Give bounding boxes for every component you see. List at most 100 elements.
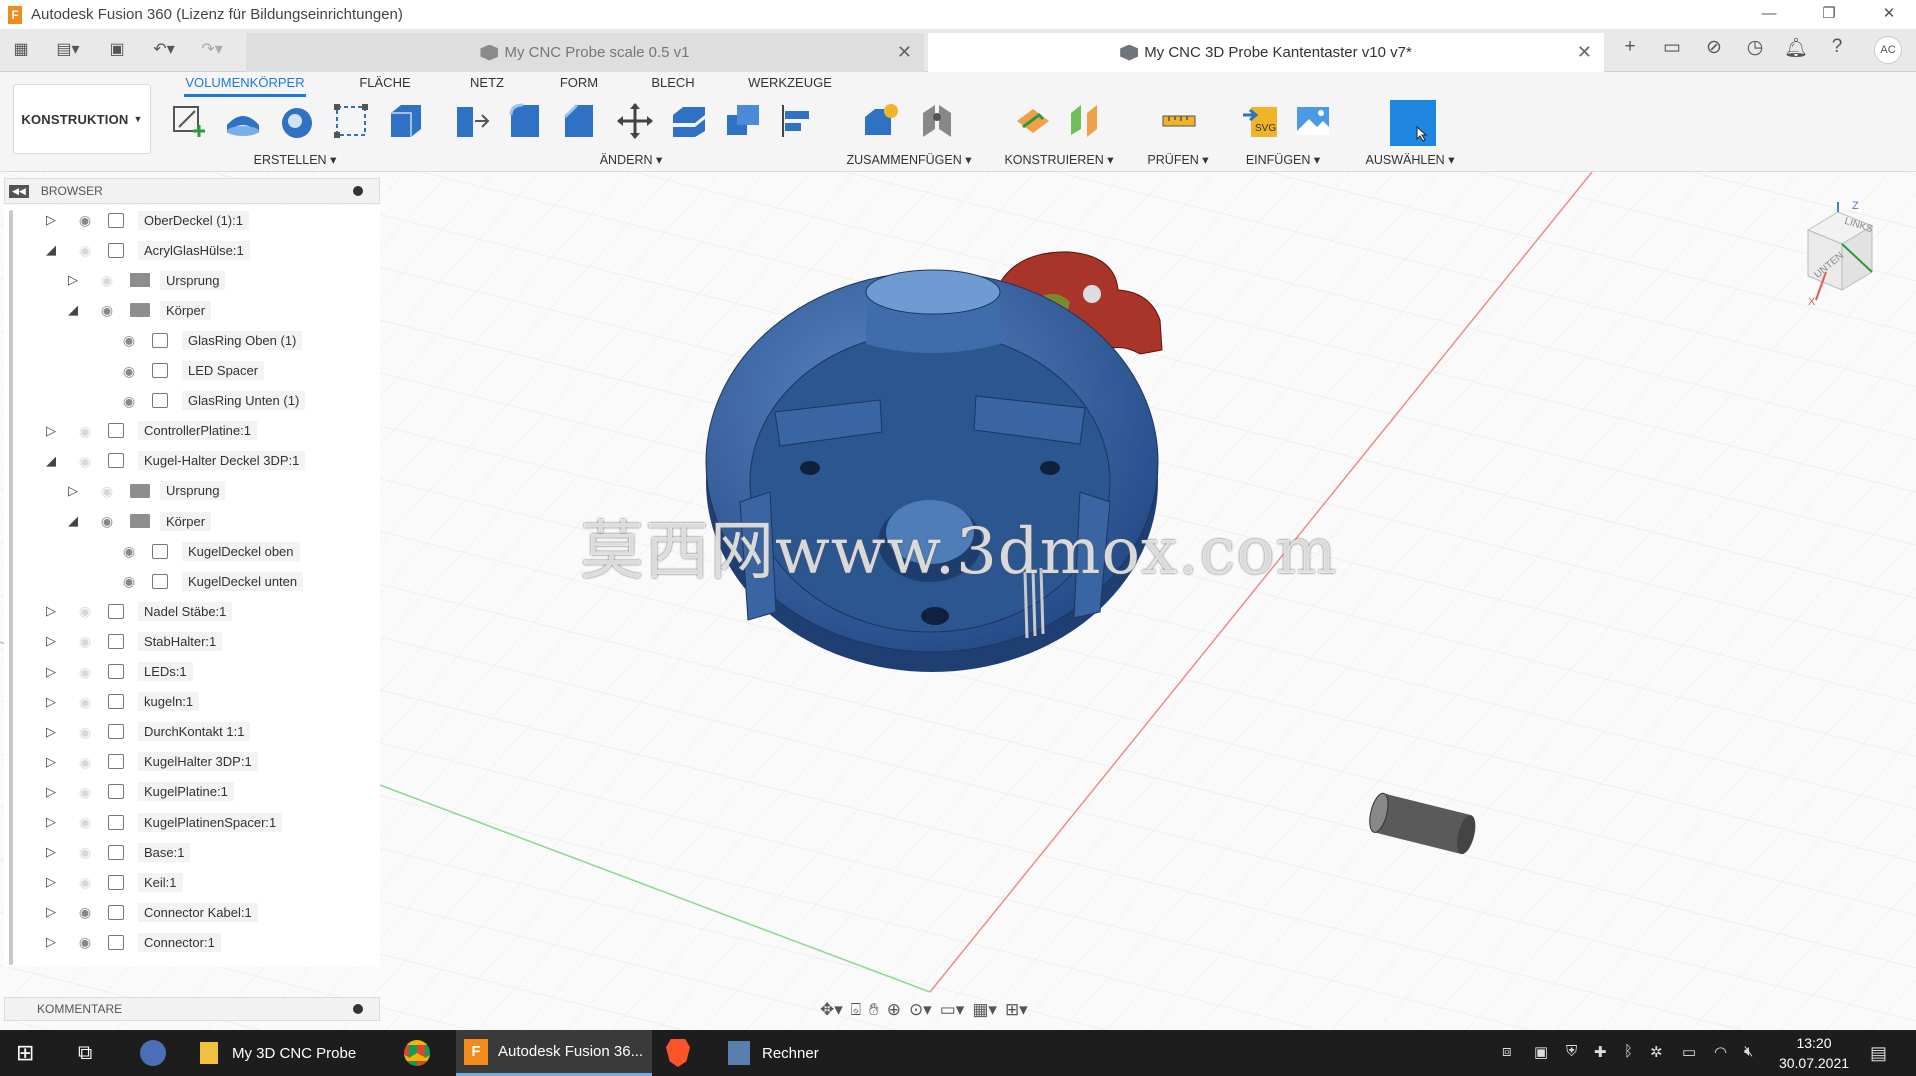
- app-grid-icon[interactable]: ▦: [10, 39, 32, 61]
- visibility-eye-icon[interactable]: ◉: [119, 364, 139, 378]
- visibility-eye-icon[interactable]: ◉: [75, 875, 95, 889]
- app-teams-icon[interactable]: [140, 1030, 166, 1076]
- collapse-panel-icon[interactable]: ◀◀: [9, 184, 29, 198]
- visibility-eye-icon[interactable]: ◉: [119, 574, 139, 588]
- expand-triangle-icon[interactable]: ▷: [44, 634, 58, 648]
- browser-scrollbar[interactable]: [9, 210, 13, 965]
- tab-flaeche[interactable]: FLÄCHE: [350, 73, 420, 97]
- orbit-icon[interactable]: ✥▾: [820, 1000, 843, 1020]
- visibility-eye-icon[interactable]: ◉: [75, 454, 95, 468]
- group-konstruieren[interactable]: KONSTRUIEREN ▾: [1004, 152, 1114, 167]
- browser-item[interactable]: ◢ ◉ Kugel-Halter Deckel 3DP:1: [4, 446, 380, 476]
- measure-icon[interactable]: [1158, 100, 1200, 142]
- browser-item[interactable]: ◉ KugelDeckel oben: [4, 536, 380, 566]
- help-icon[interactable]: ?: [1823, 36, 1851, 62]
- save-icon[interactable]: ▣: [106, 39, 128, 61]
- tab-volumenkoerper[interactable]: VOLUMENKÖRPER: [184, 73, 306, 97]
- redo-icon[interactable]: ↷▾: [194, 39, 230, 61]
- browser-item[interactable]: ▷ ◉ Ursprung: [4, 476, 380, 506]
- fillet-icon[interactable]: [504, 100, 546, 142]
- visibility-eye-icon[interactable]: ◉: [75, 905, 95, 919]
- undo-icon[interactable]: ↶▾: [146, 39, 182, 61]
- visibility-eye-icon[interactable]: ◉: [75, 213, 95, 227]
- expand-triangle-icon[interactable]: ▷: [44, 875, 58, 889]
- restore-icon[interactable]: ❐: [1806, 0, 1852, 29]
- browser-item[interactable]: ▷ ◉ KugelPlatinenSpacer:1: [4, 807, 380, 837]
- browser-item[interactable]: ▷ ◉ KugelPlatine:1: [4, 777, 380, 807]
- close-tab-icon[interactable]: ✕: [1577, 42, 1592, 63]
- collapse-triangle-icon[interactable]: ◢: [66, 514, 80, 528]
- expand-triangle-icon[interactable]: ▷: [44, 604, 58, 618]
- collapse-triangle-icon[interactable]: ◢: [66, 303, 80, 317]
- press-pull-icon[interactable]: [450, 100, 492, 142]
- pattern-icon[interactable]: [330, 100, 372, 142]
- tab-blech[interactable]: BLECH: [646, 73, 700, 97]
- comments-panel-header[interactable]: KOMMENTARE: [4, 997, 380, 1021]
- visibility-eye-icon[interactable]: ◉: [119, 333, 139, 347]
- viewports-icon[interactable]: ⊞▾: [1005, 1000, 1028, 1020]
- chamfer-icon[interactable]: [558, 100, 600, 142]
- browser-item[interactable]: ▷ ◉ Ursprung: [4, 265, 380, 295]
- pan-icon[interactable]: ✋︎: [869, 1000, 879, 1020]
- expand-triangle-icon[interactable]: ▷: [44, 694, 58, 709]
- browser-item[interactable]: ▷ ◉ kugeln:1: [4, 687, 380, 717]
- expand-triangle-icon[interactable]: ▷: [44, 905, 58, 919]
- browser-item[interactable]: ▷ ◉ StabHalter:1: [4, 626, 380, 656]
- wifi-icon[interactable]: ◠: [1714, 1043, 1727, 1061]
- browser-item[interactable]: ◉ KugelDeckel unten: [4, 566, 380, 596]
- browser-item[interactable]: ◉ GlasRing Unten (1): [4, 386, 380, 416]
- browser-item[interactable]: ▷ ◉ Keil:1: [4, 867, 380, 897]
- visibility-eye-icon[interactable]: ◉: [75, 785, 95, 799]
- tab-my-cnc-3d-probe[interactable]: My CNC 3D Probe Kantentaster v10 v7* ✕: [928, 33, 1604, 72]
- tray-app-icon[interactable]: ⧈: [1502, 1043, 1512, 1060]
- canvas-image-icon[interactable]: [1292, 100, 1334, 142]
- create-sketch-icon[interactable]: [168, 100, 210, 142]
- tab-my-cnc-probe-scale[interactable]: My CNC Probe scale 0.5 v1 ✕: [246, 33, 924, 72]
- tab-werkzeuge[interactable]: WERKZEUGE: [742, 73, 838, 97]
- notifications-icon[interactable]: 🔔︎: [1782, 36, 1810, 62]
- expand-triangle-icon[interactable]: ▷: [44, 724, 58, 739]
- browser-item[interactable]: ▷ ◉ Connector Kabel:1: [4, 897, 380, 927]
- visibility-eye-icon[interactable]: ◉: [119, 394, 139, 408]
- expand-triangle-icon[interactable]: ▷: [66, 273, 80, 287]
- zoom-icon[interactable]: ⊕: [887, 1000, 901, 1020]
- volume-muted-icon[interactable]: 🔇︎: [1744, 1043, 1753, 1060]
- tray-network-share-icon[interactable]: ✲: [1650, 1043, 1663, 1061]
- extrude-icon[interactable]: [222, 100, 264, 142]
- new-component-icon[interactable]: [860, 100, 902, 142]
- group-einfuegen[interactable]: EINFÜGEN ▾: [1244, 152, 1322, 167]
- taskbar-app-fusion[interactable]: F Autodesk Fusion 36...: [456, 1030, 652, 1076]
- visibility-eye-icon[interactable]: ◉: [97, 303, 117, 317]
- close-icon[interactable]: ✕: [1866, 0, 1912, 29]
- insert-svg-icon[interactable]: SVG: [1240, 100, 1282, 142]
- shell-icon[interactable]: [668, 100, 710, 142]
- expand-triangle-icon[interactable]: ▷: [44, 423, 58, 438]
- browser-item[interactable]: ▷ ◉ ControllerPlatine:1: [4, 416, 380, 446]
- visibility-eye-icon[interactable]: ◉: [119, 544, 139, 558]
- tab-form[interactable]: FORM: [552, 73, 606, 97]
- file-menu-icon[interactable]: ▤▾: [48, 39, 88, 61]
- browser-item[interactable]: ▷ ◉ KugelHalter 3DP:1: [4, 747, 380, 777]
- visibility-eye-icon[interactable]: ◉: [97, 514, 117, 528]
- minimize-icon[interactable]: —: [1746, 0, 1792, 29]
- visibility-eye-icon[interactable]: ◉: [75, 695, 95, 709]
- select-tool-button[interactable]: [1390, 100, 1436, 146]
- combine-icon[interactable]: [722, 100, 764, 142]
- blue-housing-part[interactable]: [705, 269, 1159, 672]
- bluetooth-icon[interactable]: ᛒ: [1624, 1043, 1633, 1060]
- group-aendern[interactable]: ÄNDERN ▾: [596, 152, 666, 167]
- extensions-icon[interactable]: ⊘: [1700, 36, 1728, 62]
- clock-date[interactable]: 30.07.2021: [1774, 1055, 1854, 1071]
- clock-time[interactable]: 13:20: [1774, 1035, 1854, 1051]
- expand-triangle-icon[interactable]: ▷: [44, 784, 58, 799]
- collapse-triangle-icon[interactable]: ◢: [44, 453, 58, 468]
- midplane-icon[interactable]: [1066, 100, 1108, 142]
- group-erstellen[interactable]: ERSTELLEN ▾: [252, 152, 338, 167]
- browser-item[interactable]: ▷ ◉ LEDs:1: [4, 657, 380, 687]
- browser-item[interactable]: ◢ ◉ Körper: [4, 295, 380, 325]
- expand-triangle-icon[interactable]: ▷: [44, 664, 58, 679]
- browser-item[interactable]: ▷ ◉ Base:1: [4, 837, 380, 867]
- add-comment-icon[interactable]: [353, 1004, 363, 1014]
- pin-icon[interactable]: [353, 186, 363, 196]
- tab-netz[interactable]: NETZ: [462, 73, 512, 97]
